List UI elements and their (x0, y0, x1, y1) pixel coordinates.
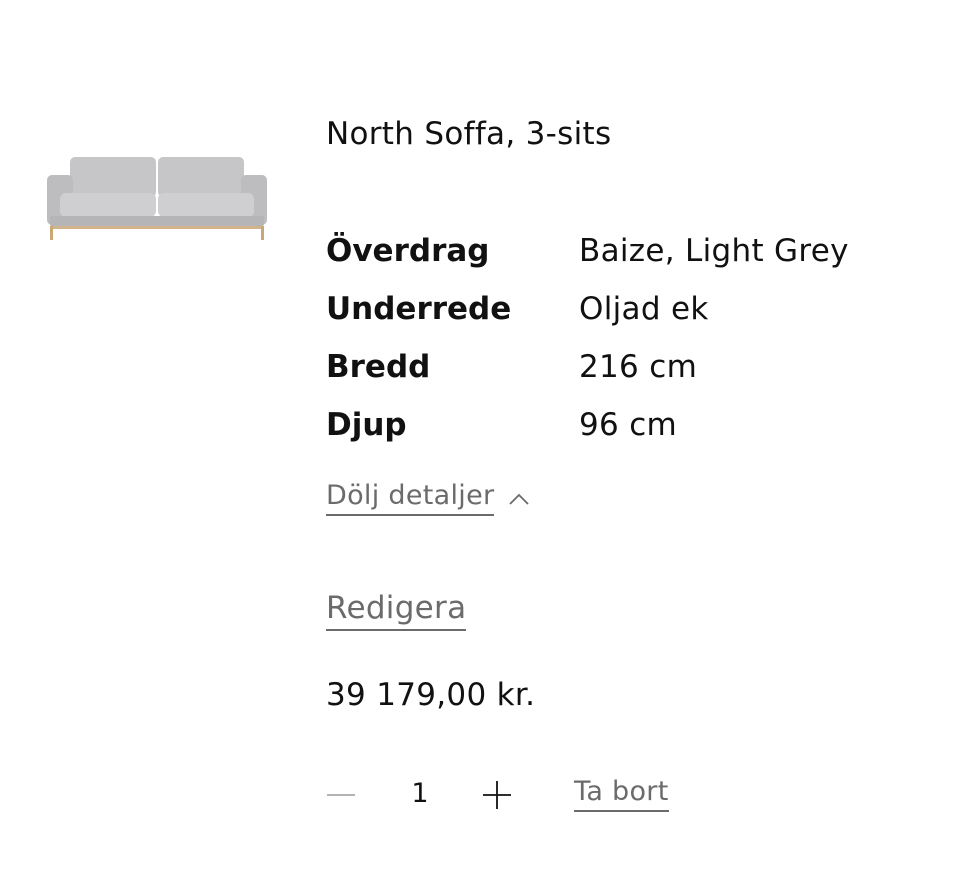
hide-details-label: Dölj detaljer (326, 480, 495, 516)
hide-details-button[interactable]: Dölj detaljer (326, 480, 530, 516)
spec-row-djup: Djup 96 cm (326, 396, 946, 454)
chevron-up-icon (508, 491, 530, 505)
price: 39 179,00 kr. (326, 677, 536, 713)
spec-table: Överdrag Baize, Light Grey Underrede Olj… (326, 222, 946, 454)
spec-row-overdrag: Överdrag Baize, Light Grey (326, 222, 946, 280)
minus-icon[interactable] (326, 780, 356, 810)
spec-label: Överdrag (326, 233, 490, 269)
product-image[interactable] (44, 150, 270, 246)
edit-link[interactable]: Redigera (326, 590, 467, 631)
product-name[interactable]: North Soffa, 3-sits (326, 116, 611, 152)
spec-label: Djup (326, 407, 407, 443)
spec-value: Baize, Light Grey (579, 233, 849, 269)
spec-row-underrede: Underrede Oljad ek (326, 280, 946, 338)
remove-link[interactable]: Ta bort (574, 776, 669, 812)
spec-label: Underrede (326, 291, 512, 327)
sofa-icon (47, 157, 267, 240)
spec-label: Bredd (326, 349, 431, 385)
spec-value: 216 cm (579, 349, 698, 385)
quantity-value: 1 (411, 778, 429, 809)
plus-icon[interactable] (482, 780, 512, 810)
spec-row-bredd: Bredd 216 cm (326, 338, 946, 396)
spec-value: Oljad ek (579, 291, 709, 327)
spec-value: 96 cm (579, 407, 678, 443)
quantity-stepper: 1 Ta bort (326, 770, 826, 820)
